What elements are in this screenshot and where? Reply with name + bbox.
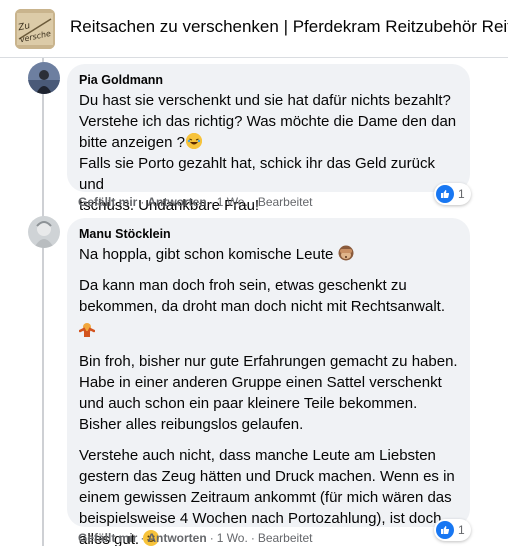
comment-text: Da kann man doch froh sein, etwas gesche… bbox=[79, 277, 446, 315]
reply-link[interactable]: Antworten bbox=[147, 531, 206, 545]
comment-line: Verstehe ich das richtig? Was möchte die… bbox=[79, 113, 457, 130]
comment-text: Na hoppla, gibt schon komische Leute bbox=[79, 246, 334, 263]
group-header: Zu versche Reitsachen zu verschenken | P… bbox=[0, 0, 508, 58]
person-shrugging-emoji-icon bbox=[78, 321, 96, 338]
comment-bubble: Manu Stöcklein Na hoppla, gibt schon kom… bbox=[67, 218, 470, 546]
comment-paragraph: Bin froh, bisher nur gute Erfahrungen ge… bbox=[79, 353, 458, 433]
thread-line bbox=[42, 58, 44, 546]
laughing-emoji-icon bbox=[185, 133, 202, 149]
see-no-evil-monkey-emoji-icon bbox=[338, 245, 354, 261]
comment-text: bitte anzeigen ? bbox=[79, 134, 185, 151]
like-link[interactable]: Gefällt mir bbox=[78, 531, 137, 545]
comment-bubble: Pia Goldmann Du hast sie verschenkt und … bbox=[67, 64, 470, 214]
like-icon bbox=[436, 185, 454, 203]
comment-time[interactable]: 1 Wo. bbox=[217, 195, 248, 209]
avatar[interactable] bbox=[28, 62, 60, 94]
comment-paragraph: Da kann man doch froh sein, etwas gesche… bbox=[78, 275, 458, 341]
comment-line: Du hast sie verschenkt und sie hat dafür… bbox=[79, 92, 451, 109]
reaction-count: 1 bbox=[458, 187, 465, 201]
comment-author[interactable]: Manu Stöcklein bbox=[79, 226, 458, 242]
avatar[interactable] bbox=[28, 216, 60, 248]
edited-label: Bearbeitet bbox=[257, 195, 313, 209]
edited-label: Bearbeitet bbox=[257, 531, 313, 545]
comment-line: bitte anzeigen ? bbox=[79, 132, 458, 153]
group-avatar[interactable]: Zu versche bbox=[15, 9, 55, 49]
comment-actions: Gefällt mir · Antworten · 1 Wo. · Bearbeitet bbox=[78, 195, 313, 209]
reply-link[interactable]: Antworten bbox=[147, 195, 206, 209]
comment-line: Falls sie Porto gezahlt hat, schick ihr … bbox=[79, 155, 435, 193]
reaction-badge[interactable]: 1 bbox=[434, 183, 471, 205]
group-title[interactable]: Reitsachen zu verschenken | Pferdekram R… bbox=[70, 17, 508, 37]
reaction-badge[interactable]: 1 bbox=[434, 519, 471, 541]
reaction-count: 1 bbox=[458, 523, 465, 537]
like-icon bbox=[436, 521, 454, 539]
comment-actions: Gefällt mir · Antworten · 1 Wo. · Bearbeitet bbox=[78, 531, 313, 545]
like-link[interactable]: Gefällt mir bbox=[78, 195, 137, 209]
comment-author[interactable]: Pia Goldmann bbox=[79, 72, 458, 88]
comment-paragraph: Na hoppla, gibt schon komische Leute bbox=[79, 244, 458, 265]
comment-time[interactable]: 1 Wo. bbox=[217, 531, 248, 545]
